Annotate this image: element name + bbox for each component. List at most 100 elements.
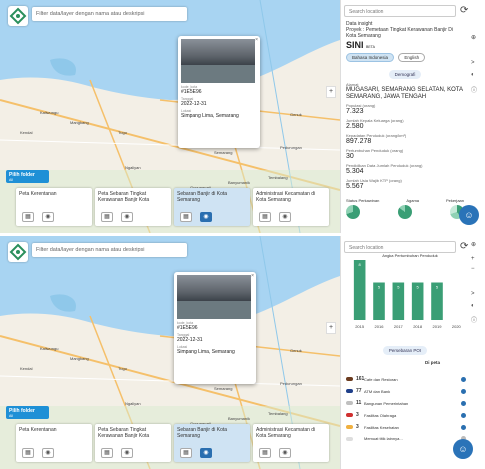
zoom-out-icon[interactable]: − (471, 266, 475, 272)
filter-input[interactable]: Filter data/layer dengan nama atau deskr… (32, 7, 187, 21)
zoom-in-button[interactable]: + (326, 86, 336, 98)
stat-value: 897.278 (346, 138, 372, 145)
folder-select[interactable]: Pilih folder All (6, 170, 49, 183)
table-icon[interactable]: ▦ (180, 448, 192, 458)
expand-arrow-icon[interactable]: > (471, 291, 475, 297)
table-icon[interactable]: ▦ (259, 212, 271, 222)
map-view[interactable]: Semarang Kendal Mangkang Tugu Ngaliyan B… (0, 0, 340, 233)
tick-label: 2019 (433, 324, 443, 329)
layer-card[interactable]: Peta Sebaran Tingkat Kerawanan Banjir Ko… (95, 188, 171, 226)
lang-en-button[interactable]: English (398, 53, 426, 62)
insight-sidebar: Search location ⟳ ⊕ > ◐ ⓘ Data insight P… (340, 0, 485, 233)
expand-arrow-icon[interactable]: > (471, 60, 475, 66)
section-poi[interactable]: Persebaran POI (382, 346, 428, 355)
poi-item[interactable]: 3 Fasilitas Olahraga (346, 412, 466, 418)
gps-icon[interactable]: ⊕ (471, 34, 476, 41)
poi-item[interactable]: 3 Fasilitas Kesehatan (346, 424, 466, 430)
layer-card-active[interactable]: Sebaran Banjir di Kota Semarang ▦ ◉ (174, 188, 250, 226)
eye-icon[interactable]: ◉ (121, 212, 133, 222)
eye-icon[interactable]: ◉ (279, 212, 291, 222)
refresh-icon[interactable]: ⟳ (460, 5, 468, 16)
checkbox[interactable] (461, 376, 466, 382)
eye-icon[interactable]: ◉ (200, 212, 212, 222)
stat-value: 2.580 (346, 123, 364, 130)
checkbox[interactable] (461, 388, 466, 394)
lang-id-button[interactable]: Bahasa Indonesia (346, 53, 395, 62)
close-icon[interactable]: × (255, 37, 258, 43)
globe-icon[interactable]: ◐ (471, 303, 475, 309)
poi-color (346, 436, 353, 441)
eye-icon[interactable]: ◉ (121, 448, 133, 458)
date-value: 2022-12-31 (181, 101, 207, 107)
folder-select[interactable]: Pilih folder All (6, 406, 49, 419)
insight-header: Data insight Proyek : Pemetaan Tingkat K… (346, 21, 464, 219)
gps-icon[interactable]: ⊕ (471, 241, 476, 248)
zoom-in-icon[interactable]: + (471, 256, 475, 262)
eye-icon[interactable]: ◉ (200, 448, 212, 458)
filter-input[interactable]: Filter data/layer dengan nama atau deskr… (32, 243, 187, 257)
map-label: Semarang (214, 150, 233, 155)
flood-popup: × kode_kota #1E5E96 Tanggal 2022-12-31 L… (178, 36, 260, 148)
tick-label: 2018 (413, 324, 423, 329)
layer-name: Peta Kerentanan (19, 191, 57, 197)
map-label: Genuk (290, 348, 302, 353)
app-logo[interactable] (8, 6, 28, 26)
map-label: Kaliwungu (40, 110, 59, 115)
info-icon[interactable]: ⓘ (471, 85, 477, 94)
table-icon[interactable]: ▦ (180, 212, 192, 222)
tick-label: 2017 (394, 324, 404, 329)
close-icon[interactable]: × (251, 273, 254, 279)
layer-card[interactable]: Administrasi Kecamatan di Kota Semarang … (253, 188, 329, 226)
map-view[interactable]: Semarang Kendal Mangkang Tugu Ngaliyan B… (0, 236, 340, 469)
table-icon[interactable]: ▦ (22, 212, 34, 222)
poi-item[interactable]: 11 Bangunan Pemerintahan (346, 400, 466, 406)
poi-count: 77 (356, 388, 362, 394)
stat-value: 30 (346, 153, 354, 160)
chat-button[interactable]: ☺ (453, 439, 473, 459)
poi-count: 3 (356, 424, 359, 430)
map-label: Kendal (20, 130, 33, 135)
code-value: #1E5E96 (181, 89, 202, 95)
eye-icon[interactable]: ◉ (42, 448, 54, 458)
poi-color (346, 401, 353, 405)
globe-icon[interactable]: ◐ (471, 72, 475, 78)
eye-icon[interactable]: ◉ (42, 212, 54, 222)
layer-card[interactable]: Administrasi Kecamatan di Kota Semarang … (253, 424, 329, 462)
tick-label: 2016 (375, 324, 385, 329)
map-label: Tugu (118, 366, 127, 371)
poi-item[interactable]: Memuat titik lainnya... (346, 436, 466, 441)
map-label: Ngaliyan (125, 165, 141, 170)
search-location-input[interactable]: Search location (344, 5, 456, 17)
search-location-input[interactable]: Search location (344, 241, 456, 253)
layer-card-active[interactable]: Sebaran Banjir di Kota Semarang ▦ ◉ (174, 424, 250, 462)
refresh-icon[interactable]: ⟳ (460, 241, 468, 252)
location-value: Simpang Lima, Semarang (181, 113, 239, 119)
checkbox[interactable] (461, 412, 466, 418)
table-icon[interactable]: ▦ (22, 448, 34, 458)
date-value: 2022-12-31 (177, 337, 203, 343)
chat-button[interactable]: ☺ (459, 205, 479, 225)
checkbox[interactable] (461, 400, 466, 406)
info-icon[interactable]: ⓘ (471, 315, 477, 324)
table-icon[interactable]: ▦ (101, 448, 113, 458)
layer-card[interactable]: Peta Kerentanan ▦ ◉ (16, 424, 92, 462)
section-demography[interactable]: Demografi (388, 70, 422, 79)
zoom-in-button[interactable]: + (326, 322, 336, 334)
app-logo[interactable] (8, 242, 28, 262)
layer-card[interactable]: Peta Sebaran Tingkat Kerawanan Banjir Ko… (95, 424, 171, 462)
layer-cards: Peta Kerentanan ▦ ◉ Peta Sebaran Tingkat … (16, 424, 329, 462)
stat-value: 5.567 (346, 183, 364, 190)
screen-top: Semarang Kendal Mangkang Tugu Ngaliyan B… (0, 0, 485, 233)
poi-item[interactable]: 77 ATM dan Bank (346, 388, 466, 394)
map-label: Semarang (214, 386, 233, 391)
poi-item[interactable]: 161 Cafe dan Restoran (346, 376, 466, 382)
poi-color (346, 389, 353, 393)
map-label: Kaliwungu (40, 346, 59, 351)
layer-card[interactable]: Peta Kerentanan ▦ ◉ (16, 188, 92, 226)
checkbox[interactable] (461, 424, 466, 430)
table-icon[interactable]: ▦ (101, 212, 113, 222)
eye-icon[interactable]: ◉ (279, 448, 291, 458)
brand-logo: SINI BETA (346, 40, 375, 50)
map-label: Tugu (118, 130, 127, 135)
table-icon[interactable]: ▦ (259, 448, 271, 458)
